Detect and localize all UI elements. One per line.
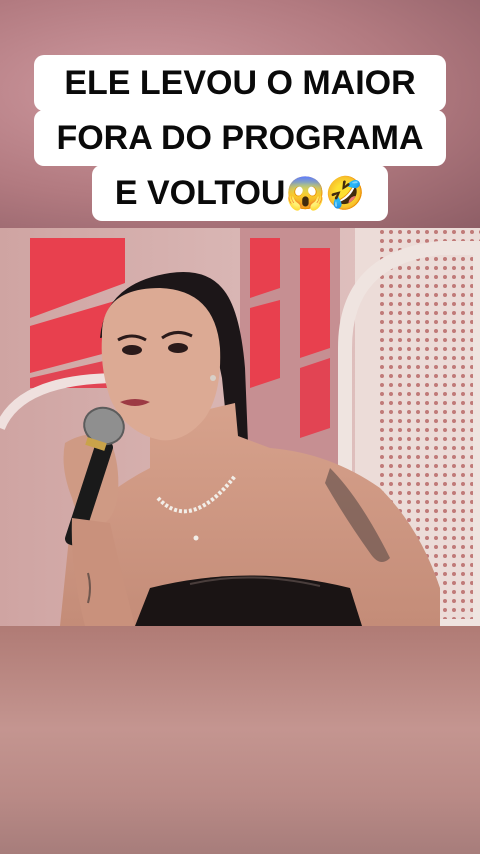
blurred-background-bottom	[0, 626, 480, 854]
caption-line-2: FORA DO PROGRAMA	[34, 110, 446, 166]
caption-overlay: ELE LEVOU O MAIOR FORA DO PROGRAMA E VOL…	[0, 55, 480, 221]
video-frame[interactable]	[0, 228, 480, 626]
caption-line-3-text: E VOLTOU	[114, 174, 286, 212]
earring	[210, 375, 216, 381]
caption-line-3: E VOLTOU😱🤣	[92, 165, 388, 221]
caption-line-1: ELE LEVOU O MAIOR	[34, 55, 446, 111]
video-scene	[0, 228, 480, 626]
caption-emojis: 😱🤣	[285, 175, 366, 211]
